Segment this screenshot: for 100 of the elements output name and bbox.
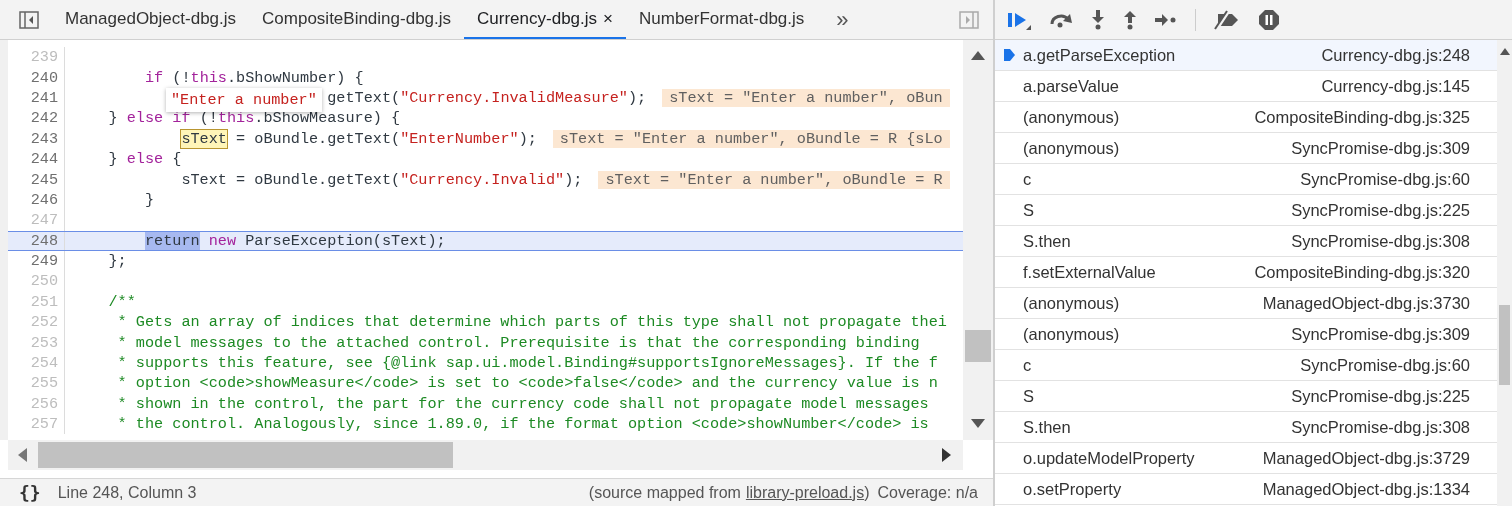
line-number: 253 bbox=[8, 332, 65, 353]
step-icon[interactable] bbox=[1155, 12, 1177, 27]
source-location: SyncPromise-dbg.js:309 bbox=[1291, 138, 1470, 158]
pause-on-exceptions-icon[interactable] bbox=[1258, 8, 1280, 31]
call-frame[interactable]: (anonymous) CompositeBinding-dbg.js:325 bbox=[995, 102, 1497, 133]
code-line: } else { bbox=[108, 150, 182, 169]
line-number: 254 bbox=[8, 352, 65, 374]
call-frame[interactable]: S SyncPromise-dbg.js:225 bbox=[995, 381, 1497, 412]
call-frame[interactable]: c SyncPromise-dbg.js:60 bbox=[995, 350, 1497, 381]
function-name: (anonymous) bbox=[1023, 107, 1120, 127]
source-location: SyncPromise-dbg.js:308 bbox=[1291, 417, 1470, 437]
scroll-thumb[interactable] bbox=[965, 330, 991, 362]
horizontal-scrollbar[interactable] bbox=[8, 440, 963, 470]
source-location: SyncPromise-dbg.js:309 bbox=[1291, 324, 1470, 344]
call-frame[interactable]: (anonymous) SyncPromise-dbg.js:309 bbox=[995, 319, 1497, 350]
function-name: c bbox=[1023, 355, 1032, 375]
close-tab-button[interactable]: × bbox=[603, 8, 613, 29]
line-number: 240 bbox=[8, 67, 65, 88]
source-location: SyncPromise-dbg.js:60 bbox=[1300, 355, 1470, 375]
source-location: CompositeBinding-dbg.js:320 bbox=[1254, 262, 1470, 282]
file-tab[interactable]: CompositeBinding-dbg.js bbox=[249, 0, 465, 39]
scroll-down-icon[interactable] bbox=[971, 419, 985, 428]
scroll-left-icon[interactable] bbox=[18, 448, 27, 462]
function-name: S.then bbox=[1023, 231, 1071, 251]
pretty-print-button[interactable]: {} bbox=[19, 482, 41, 503]
call-frame[interactable]: (anonymous) ManagedObject-dbg.js:3730 bbox=[995, 288, 1497, 319]
source-location: CompositeBinding-dbg.js:325 bbox=[1254, 107, 1470, 127]
inline-value: sText = "Enter a number", oBun bbox=[662, 88, 950, 107]
function-name: (anonymous) bbox=[1023, 324, 1120, 344]
source-location: Currency-dbg.js:248 bbox=[1321, 45, 1470, 65]
function-name: S.then bbox=[1023, 417, 1071, 437]
line-number: 255 bbox=[8, 373, 65, 394]
function-name: (anonymous) bbox=[1023, 293, 1120, 313]
inline-value: sText = "Enter a number", oBundle = R {sLo bbox=[552, 129, 950, 148]
line-number: 242 bbox=[8, 108, 65, 129]
vertical-scrollbar[interactable] bbox=[963, 40, 993, 440]
call-frame[interactable]: S SyncPromise-dbg.js:225 bbox=[995, 195, 1497, 226]
code-line: } bbox=[144, 190, 155, 209]
code-line: * option <code>showMeasure</code> is set to <code>false</code> and the currency value is n bbox=[117, 374, 938, 393]
line-number: 246 bbox=[8, 189, 65, 211]
file-tab[interactable]: ManagedObject-dbg.js bbox=[52, 0, 250, 39]
line-number: 250 bbox=[8, 271, 65, 292]
line-number: 251 bbox=[8, 291, 65, 313]
debugger-toggle-icon[interactable] bbox=[959, 10, 979, 29]
scroll-up-icon[interactable] bbox=[1500, 48, 1510, 55]
code-line: }; bbox=[108, 252, 127, 271]
function-name: S bbox=[1023, 200, 1034, 220]
scroll-thumb[interactable] bbox=[1499, 305, 1510, 385]
code-line: sText = oBundle.getText("EnterNumber"); bbox=[181, 129, 537, 148]
source-location: ManagedObject-dbg.js:1334 bbox=[1262, 479, 1470, 499]
scroll-right-icon[interactable] bbox=[942, 448, 951, 462]
call-frame[interactable]: S.then SyncPromise-dbg.js:308 bbox=[995, 226, 1497, 257]
source-location: ManagedObject-dbg.js:3730 bbox=[1262, 293, 1470, 313]
line-number: 247 bbox=[8, 210, 65, 231]
source-link[interactable]: library-preload.js bbox=[745, 483, 865, 501]
line-number: 241 bbox=[8, 87, 65, 109]
step-over-icon[interactable] bbox=[1049, 11, 1073, 28]
file-tab[interactable]: NumberFormat-dbg.js bbox=[626, 0, 818, 39]
code-line: /** bbox=[108, 292, 136, 311]
step-out-icon[interactable] bbox=[1123, 9, 1137, 30]
code-line: return new ParseException(sText); bbox=[144, 231, 446, 250]
navigator-toggle-icon[interactable] bbox=[19, 10, 39, 29]
line-number: 252 bbox=[8, 312, 65, 333]
function-name: S bbox=[1023, 386, 1034, 406]
line-number: 257 bbox=[8, 414, 65, 435]
coverage-label: Coverage: n/a bbox=[877, 483, 978, 502]
source-location: ManagedObject-dbg.js:3729 bbox=[1262, 448, 1470, 468]
more-tabs-button[interactable]: » bbox=[830, 0, 855, 39]
cursor-position: Line 248, Column 3 bbox=[57, 483, 197, 502]
vertical-scrollbar[interactable] bbox=[1497, 40, 1512, 506]
source-location: SyncPromise-dbg.js:60 bbox=[1300, 169, 1470, 189]
call-frame[interactable]: S.then SyncPromise-dbg.js:308 bbox=[995, 412, 1497, 443]
call-frame[interactable]: f.setExternalValue CompositeBinding-dbg.js:320 bbox=[995, 257, 1497, 288]
function-name: o.updateModelProperty bbox=[1023, 448, 1195, 468]
line-number: 244 bbox=[8, 148, 65, 170]
call-frame[interactable]: a.parseValue Currency-dbg.js:145 bbox=[995, 71, 1497, 102]
call-frame[interactable]: o.updateModelProperty ManagedObject-dbg.js:3729 bbox=[995, 443, 1497, 474]
call-frame[interactable]: a.getParseException Currency-dbg.js:248 bbox=[995, 40, 1497, 71]
line-number: 245 bbox=[8, 169, 65, 190]
call-frame[interactable]: (anonymous) SyncPromise-dbg.js:309 bbox=[995, 133, 1497, 164]
code-line: * shown in the control, the part for the currency code shall not propagate model messages bbox=[117, 394, 929, 413]
code-line: * model messages to the attached control. Prerequisite is that the corresponding binding bbox=[117, 333, 920, 352]
scroll-up-icon[interactable] bbox=[971, 51, 985, 60]
call-frame[interactable]: c SyncPromise-dbg.js:60 bbox=[995, 164, 1497, 195]
step-into-icon[interactable] bbox=[1091, 9, 1105, 30]
code-line: if (!this.bShowNumber) { bbox=[144, 68, 364, 87]
function-name: a.parseValue bbox=[1023, 76, 1119, 96]
source-location: SyncPromise-dbg.js:308 bbox=[1291, 231, 1470, 251]
source-location: SyncPromise-dbg.js:225 bbox=[1291, 200, 1470, 220]
inline-value: sText = "Enter a number", oBundle = R bbox=[598, 170, 950, 189]
function-name: f.setExternalValue bbox=[1023, 262, 1156, 282]
call-frame[interactable]: o.setProperty ManagedObject-dbg.js:1334 bbox=[995, 474, 1497, 505]
line-number: 256 bbox=[8, 393, 65, 415]
code-line: * Gets an array of indices that determine which parts of this type shall not propagate thei bbox=[117, 313, 947, 332]
scroll-thumb[interactable] bbox=[38, 442, 453, 468]
source-location: Currency-dbg.js:145 bbox=[1321, 76, 1470, 96]
deactivate-breakpoints-icon[interactable] bbox=[1214, 9, 1240, 30]
line-number: 243 bbox=[8, 128, 65, 149]
value-tooltip: "Enter a number" bbox=[166, 88, 322, 112]
code-line: * supports this feature, see {@link sap.ui.model.Binding#supportsIgnoreMessages}. If the f bbox=[117, 354, 938, 373]
